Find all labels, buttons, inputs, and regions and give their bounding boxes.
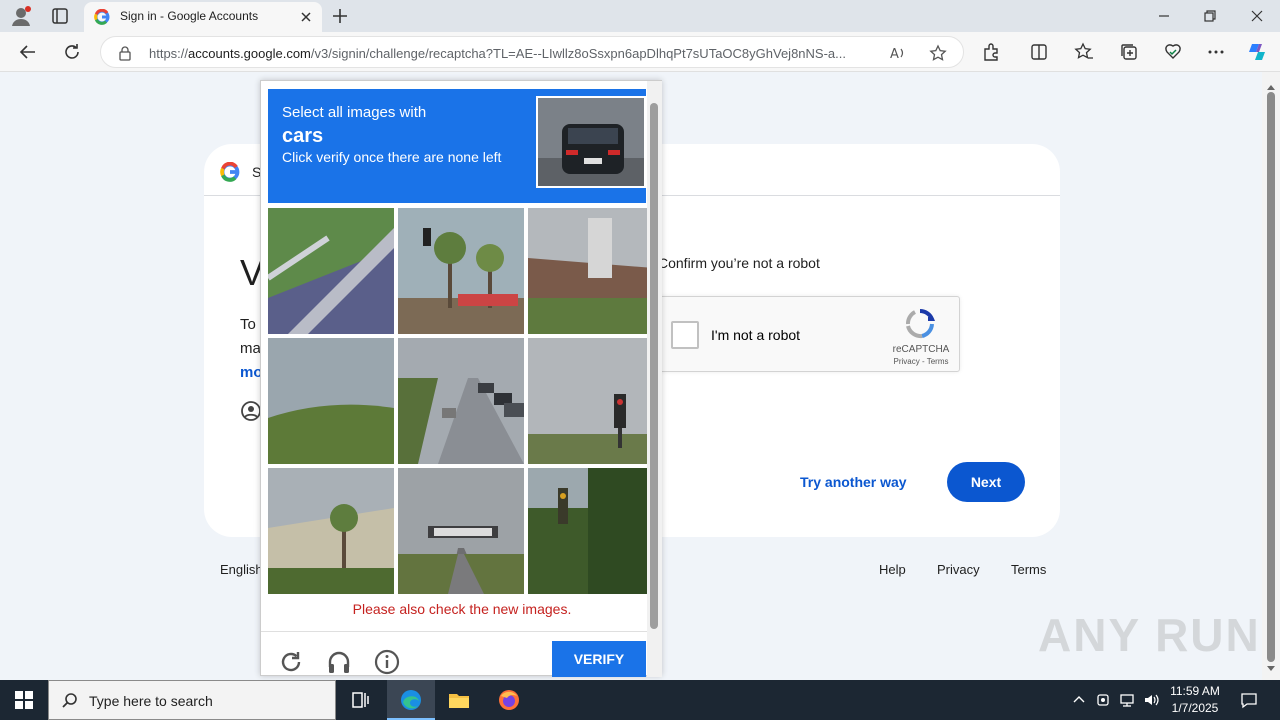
more-menu-icon[interactable] xyxy=(1205,41,1227,63)
reload-icon[interactable] xyxy=(61,41,83,63)
task-view-icon[interactable] xyxy=(336,680,384,720)
challenge-instruction: Select all images with xyxy=(282,104,427,121)
browser-titlebar: Sign in - Google Accounts xyxy=(0,0,1280,32)
recaptcha-privacy-terms[interactable]: Privacy - Terms xyxy=(885,357,957,366)
taskbar-file-explorer-icon[interactable] xyxy=(435,680,483,720)
windows-taskbar: Type here to search 11:59 AM 1/7/2025 xyxy=(0,680,1280,720)
notification-icon[interactable] xyxy=(1240,691,1258,709)
tab-title: Sign in - Google Accounts xyxy=(120,9,259,23)
recaptcha-label: I'm not a robot xyxy=(711,327,801,343)
challenge-tile-9[interactable] xyxy=(528,468,654,594)
next-button[interactable]: Next xyxy=(947,462,1025,502)
info-icon[interactable] xyxy=(374,649,400,675)
url-text[interactable]: https://accounts.google.com/v3/signin/ch… xyxy=(149,46,879,61)
split-screen-icon[interactable] xyxy=(1028,41,1050,63)
challenge-tile-4[interactable] xyxy=(268,338,394,464)
refresh-icon[interactable] xyxy=(278,649,304,675)
minimize-icon[interactable] xyxy=(1154,6,1174,26)
footer-privacy-link[interactable]: Privacy xyxy=(937,562,980,577)
challenge-target: cars xyxy=(282,125,324,147)
try-another-way-button[interactable]: Try another way xyxy=(800,474,907,490)
taskbar-clock-time[interactable]: 11:59 AM xyxy=(1166,684,1224,698)
challenge-divider xyxy=(261,631,649,632)
footer-terms-link[interactable]: Terms xyxy=(1011,562,1046,577)
collections-icon[interactable] xyxy=(1118,41,1140,63)
windows-start-icon[interactable] xyxy=(14,690,34,710)
challenge-tile-2[interactable] xyxy=(398,208,524,334)
card-description-line2: ma xyxy=(240,340,261,357)
tray-chevron-up-icon[interactable] xyxy=(1071,692,1087,708)
anyrun-watermark: ANY RUN xyxy=(1038,609,1261,661)
tray-volume-icon[interactable] xyxy=(1143,692,1159,708)
challenge-tile-6[interactable] xyxy=(528,338,654,464)
svg-text:A: A xyxy=(890,47,899,62)
recaptcha-checkbox[interactable] xyxy=(671,321,699,349)
challenge-hint: Click verify once there are none left xyxy=(282,149,502,165)
google-logo-icon xyxy=(220,161,240,182)
recaptcha-brand: reCAPTCHA xyxy=(892,344,950,355)
browser-navbar: https://accounts.google.com/v3/signin/ch… xyxy=(0,32,1280,72)
confirm-robot-text: Confirm you’re not a robot xyxy=(658,255,820,271)
scrollbar-thumb[interactable] xyxy=(1267,92,1275,662)
page-scrollbar[interactable] xyxy=(1262,72,1280,680)
card-description-line1: To xyxy=(240,316,256,333)
scroll-up-icon[interactable] xyxy=(1266,78,1276,90)
close-tab-icon[interactable] xyxy=(298,9,314,25)
challenge-scrollbar-thumb[interactable] xyxy=(650,103,658,629)
browser-essentials-icon[interactable] xyxy=(1162,41,1184,63)
challenge-sample-image xyxy=(536,96,646,188)
address-bar[interactable]: https://accounts.google.com/v3/signin/ch… xyxy=(100,36,964,68)
read-aloud-icon[interactable]: A xyxy=(889,44,907,62)
challenge-error-message: Please also check the new images. xyxy=(352,601,572,617)
challenge-tile-1[interactable] xyxy=(268,208,394,334)
recaptcha-logo-icon xyxy=(903,307,937,341)
tray-network-icon[interactable] xyxy=(1119,692,1135,708)
favorite-star-icon[interactable] xyxy=(929,44,947,62)
scroll-down-icon[interactable] xyxy=(1266,660,1276,671)
back-icon[interactable] xyxy=(17,41,39,63)
footer-help-link[interactable]: Help xyxy=(879,562,906,577)
tab-actions-icon[interactable] xyxy=(50,6,70,26)
tray-device-icon[interactable] xyxy=(1095,692,1111,708)
challenge-tile-5[interactable] xyxy=(398,338,524,464)
tab-signin[interactable]: Sign in - Google Accounts xyxy=(84,2,322,32)
taskbar-clock-date[interactable]: 1/7/2025 xyxy=(1166,701,1224,715)
challenge-header: Select all images with cars Click verify… xyxy=(268,89,646,203)
recaptcha-widget: I'm not a robot reCAPTCHA Privacy - Term… xyxy=(654,296,960,372)
challenge-tile-3[interactable] xyxy=(528,208,654,334)
profile-icon[interactable] xyxy=(10,5,32,27)
search-placeholder: Type here to search xyxy=(89,693,213,709)
verify-button[interactable]: VERIFY xyxy=(552,641,646,677)
taskbar-firefox-icon[interactable] xyxy=(485,680,533,720)
taskbar-search-input[interactable]: Type here to search xyxy=(48,680,336,720)
challenge-tile-7[interactable] xyxy=(268,468,394,594)
new-tab-icon[interactable] xyxy=(330,6,350,26)
account-circle-icon xyxy=(240,400,262,422)
language-selector[interactable]: English xyxy=(220,562,263,577)
copilot-icon[interactable] xyxy=(1246,41,1268,63)
favorites-icon[interactable] xyxy=(1073,41,1095,63)
close-window-icon[interactable] xyxy=(1247,6,1267,26)
challenge-scrollbar[interactable] xyxy=(647,81,662,677)
extensions-icon[interactable] xyxy=(980,41,1002,63)
google-favicon-icon xyxy=(94,8,110,25)
restore-icon[interactable] xyxy=(1200,6,1220,26)
lock-icon[interactable] xyxy=(117,45,133,61)
challenge-tile-8[interactable] xyxy=(398,468,524,594)
search-icon xyxy=(61,692,79,710)
headphones-icon[interactable] xyxy=(326,649,352,675)
recaptcha-challenge-dialog: Select all images with cars Click verify… xyxy=(260,80,662,677)
taskbar-edge-icon[interactable] xyxy=(387,680,435,720)
